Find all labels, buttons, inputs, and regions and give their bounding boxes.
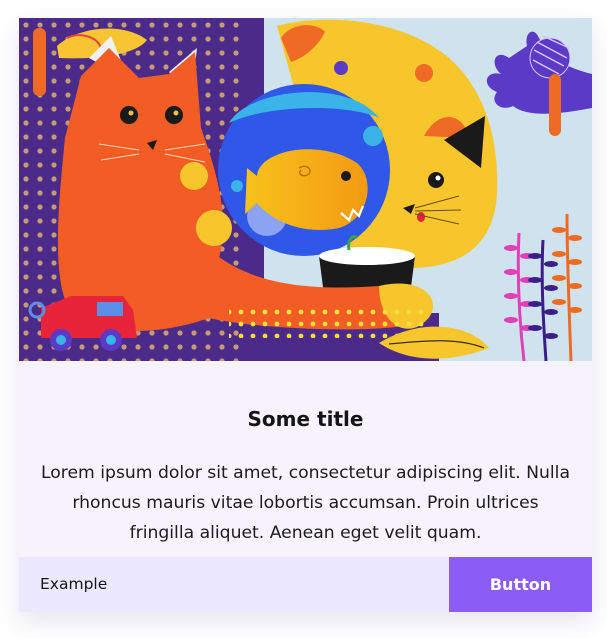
card-action-button[interactable]: Button — [449, 557, 592, 612]
card-illustration — [19, 18, 592, 361]
footer-label: Example — [40, 575, 108, 593]
card-footer: Example Button — [19, 557, 592, 612]
card: Some title Lorem ipsum dolor sit amet, c… — [19, 18, 592, 612]
card-title: Some title — [247, 407, 364, 431]
card-body: Some title Lorem ipsum dolor sit amet, c… — [19, 361, 592, 557]
card-text: Lorem ipsum dolor sit amet, consectetur … — [41, 463, 570, 543]
